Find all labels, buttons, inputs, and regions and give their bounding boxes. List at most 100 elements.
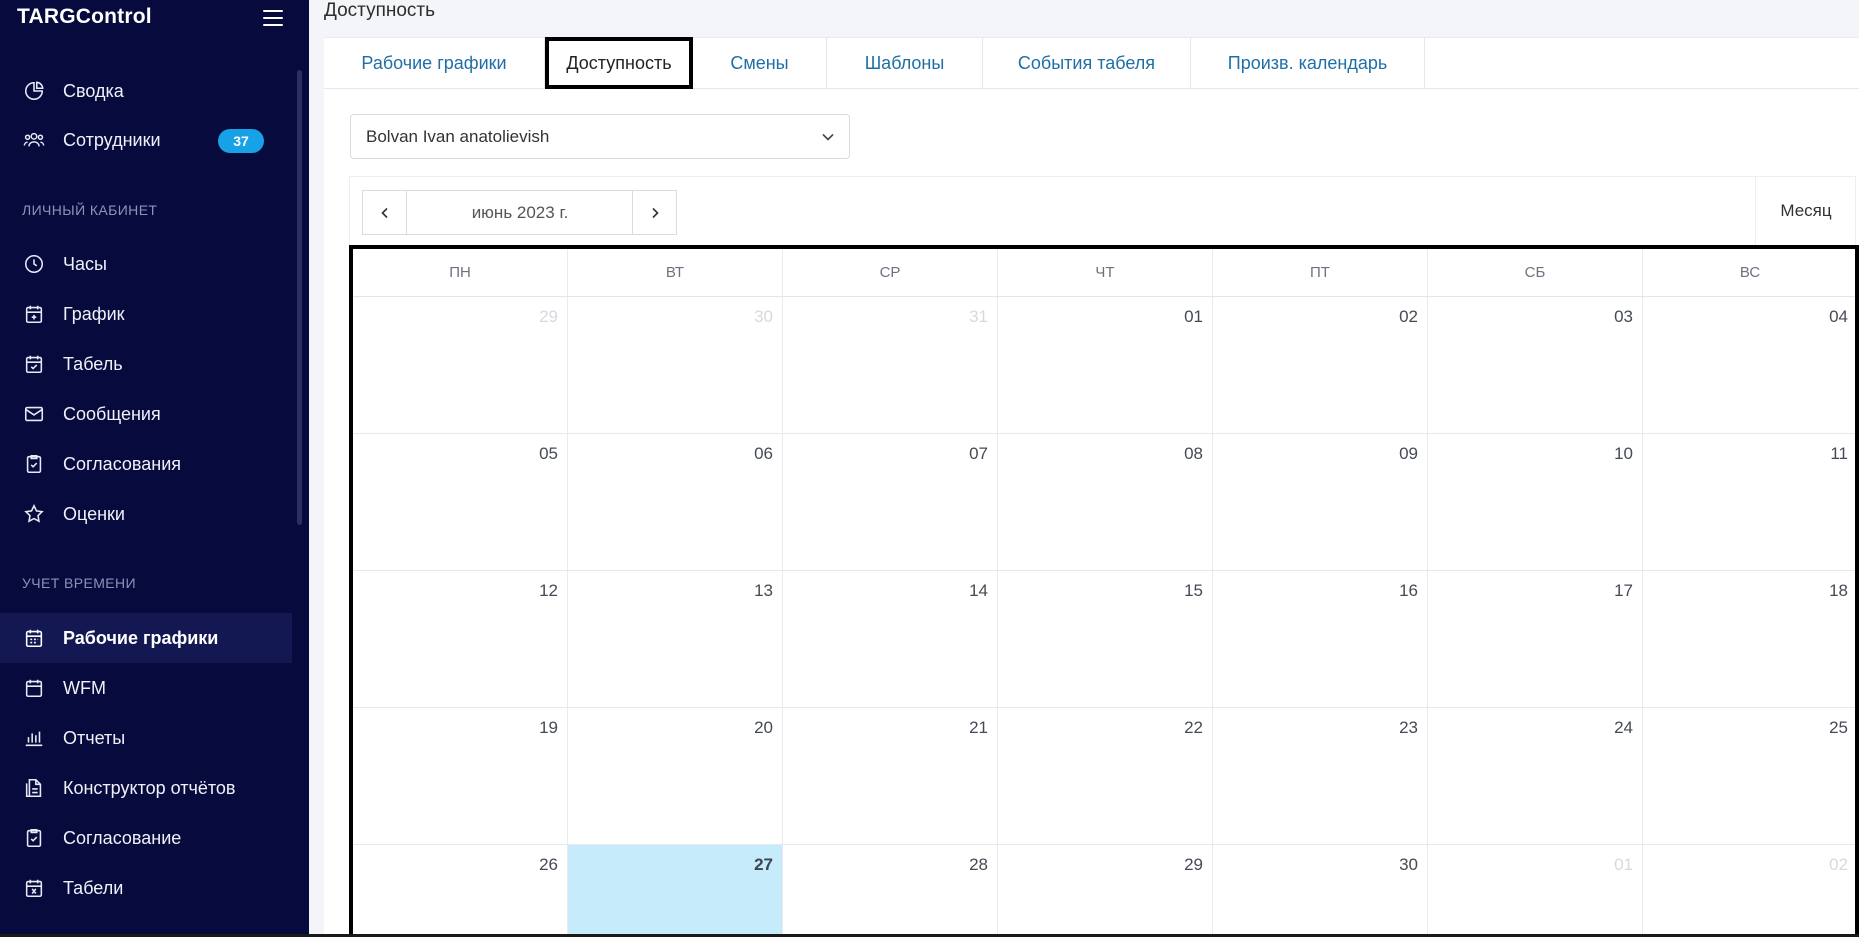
sidebar-scrollbar[interactable]	[297, 70, 302, 525]
sidebar-item-label: Сводка	[63, 80, 124, 101]
calendar-day[interactable]: 01	[998, 297, 1213, 433]
tab-shifts[interactable]: Смены	[693, 37, 827, 89]
tab-production-calendar[interactable]: Произв. календарь	[1191, 37, 1425, 89]
tab-availability[interactable]: Доступность	[545, 37, 693, 89]
sidebar-item-ratings[interactable]: Оценки	[0, 489, 292, 539]
day-number: 02	[1829, 855, 1848, 874]
section-time-tracking: УЧЕТ ВРЕМЕНИ	[22, 575, 136, 591]
calendar-day[interactable]: 05	[353, 434, 568, 570]
calendar-grid-icon	[25, 629, 43, 648]
calendar-week-row: 19 20 21 22 23 24 25	[353, 708, 1855, 845]
tab-timesheet-events[interactable]: События табеля	[983, 37, 1191, 89]
sidebar-item-label: Согласование	[63, 827, 182, 848]
calendar-day[interactable]: 28	[783, 845, 998, 937]
sidebar-item-timesheet[interactable]: Табель	[0, 339, 292, 389]
calendar-day[interactable]: 03	[1428, 297, 1643, 433]
calendar-day[interactable]: 04	[1643, 297, 1855, 433]
sidebar-item-report-builder[interactable]: Конструктор отчётов	[0, 763, 292, 813]
chevron-left-icon	[380, 207, 388, 218]
sidebar-item-employees[interactable]: Сотрудники 37	[0, 115, 292, 165]
day-number: 30	[1399, 855, 1418, 874]
calendar-week-row: 05 06 07 08 09 10 11	[353, 434, 1855, 571]
calendar-day[interactable]: 10	[1428, 434, 1643, 570]
calendar-day[interactable]: 08	[998, 434, 1213, 570]
day-number: 28	[969, 855, 988, 874]
sidebar-item-label: Отчеты	[63, 727, 126, 748]
employees-count-badge: 37	[218, 129, 264, 153]
report-builder-icon	[25, 778, 42, 798]
calendar-day[interactable]: 16	[1213, 571, 1428, 707]
calendar-day[interactable]: 17	[1428, 571, 1643, 707]
weekday-header-cell: СБ	[1428, 249, 1643, 296]
calendar-day[interactable]: 31	[783, 297, 998, 433]
day-number: 15	[1184, 581, 1203, 600]
prev-month-button[interactable]	[362, 190, 407, 235]
sidebar-item-work-schedules[interactable]: Рабочие графики	[0, 613, 292, 663]
sidebar-item-hours[interactable]: Часы	[0, 239, 292, 289]
employee-select-value: Bolvan Ivan anatolievish	[366, 126, 550, 146]
star-icon	[24, 503, 44, 523]
day-number: 14	[969, 581, 988, 600]
sidebar-item-label: График	[63, 303, 125, 324]
day-number: 04	[1829, 307, 1848, 326]
weekday-header-cell: ВС	[1643, 249, 1855, 296]
month-view-button[interactable]: Месяц	[1755, 177, 1856, 245]
calendar-day[interactable]: 25	[1643, 708, 1855, 844]
day-number: 17	[1614, 581, 1633, 600]
calendar-day[interactable]: 01	[1428, 845, 1643, 937]
calendar-day[interactable]: 19	[353, 708, 568, 844]
sidebar-item-label: Табели	[63, 877, 124, 898]
calendar-day[interactable]: 20	[568, 708, 783, 844]
calendar-day[interactable]: 02	[1643, 845, 1855, 937]
calendar-day[interactable]: 24	[1428, 708, 1643, 844]
calendar-day[interactable]: 02	[1213, 297, 1428, 433]
weekday-header-cell: ВТ	[568, 249, 783, 296]
day-number: 19	[539, 718, 558, 737]
calendar-day-today[interactable]: 27	[568, 845, 783, 937]
calendar-day[interactable]: 18	[1643, 571, 1855, 707]
day-number: 20	[754, 718, 773, 737]
calendar-day[interactable]: 11	[1643, 434, 1855, 570]
calendar-day[interactable]: 15	[998, 571, 1213, 707]
calendar-day[interactable]: 12	[353, 571, 568, 707]
calendar-day[interactable]: 21	[783, 708, 998, 844]
menu-toggle-icon[interactable]	[263, 10, 283, 26]
calendar-day[interactable]: 14	[783, 571, 998, 707]
users-icon	[23, 132, 45, 147]
next-month-button[interactable]	[632, 190, 677, 235]
sidebar-item-summary[interactable]: Сводка	[0, 66, 292, 116]
calendar-day[interactable]: 30	[568, 297, 783, 433]
sidebar-item-wfm[interactable]: WFM	[0, 663, 292, 713]
sidebar-item-reports[interactable]: Отчеты	[0, 713, 292, 763]
section-personal-cabinet: ЛИЧНЫЙ КАБИНЕТ	[22, 202, 158, 218]
day-number: 23	[1399, 718, 1418, 737]
day-number: 09	[1399, 444, 1418, 463]
calendar-day[interactable]: 29	[998, 845, 1213, 937]
calendar-day[interactable]: 07	[783, 434, 998, 570]
day-number: 25	[1829, 718, 1848, 737]
day-number: 13	[754, 581, 773, 600]
calendar-day[interactable]: 26	[353, 845, 568, 937]
day-number: 02	[1399, 307, 1418, 326]
calendar-day[interactable]: 09	[1213, 434, 1428, 570]
calendar-day[interactable]: 22	[998, 708, 1213, 844]
calendar-day[interactable]: 29	[353, 297, 568, 433]
calendar-check-icon	[25, 355, 43, 374]
calendar-day[interactable]: 23	[1213, 708, 1428, 844]
employee-select[interactable]: Bolvan Ivan anatolievish	[350, 114, 850, 159]
sidebar-item-approval[interactable]: Согласование	[0, 813, 292, 863]
sidebar-item-schedule[interactable]: График	[0, 289, 292, 339]
sidebar-item-timesheets[interactable]: Табели	[0, 863, 292, 913]
tab-templates[interactable]: Шаблоны	[827, 37, 983, 89]
sidebar-item-label: Табель	[63, 353, 123, 374]
calendar-day[interactable]: 13	[568, 571, 783, 707]
sidebar-item-approvals[interactable]: Согласования	[0, 439, 292, 489]
sidebar-item-messages[interactable]: Сообщения	[0, 389, 292, 439]
calendar-day[interactable]: 30	[1213, 845, 1428, 937]
day-number: 07	[969, 444, 988, 463]
day-number: 18	[1829, 581, 1848, 600]
mail-icon	[24, 406, 44, 422]
tab-work-schedules[interactable]: Рабочие графики	[324, 37, 545, 89]
day-number: 01	[1614, 855, 1633, 874]
calendar-day[interactable]: 06	[568, 434, 783, 570]
